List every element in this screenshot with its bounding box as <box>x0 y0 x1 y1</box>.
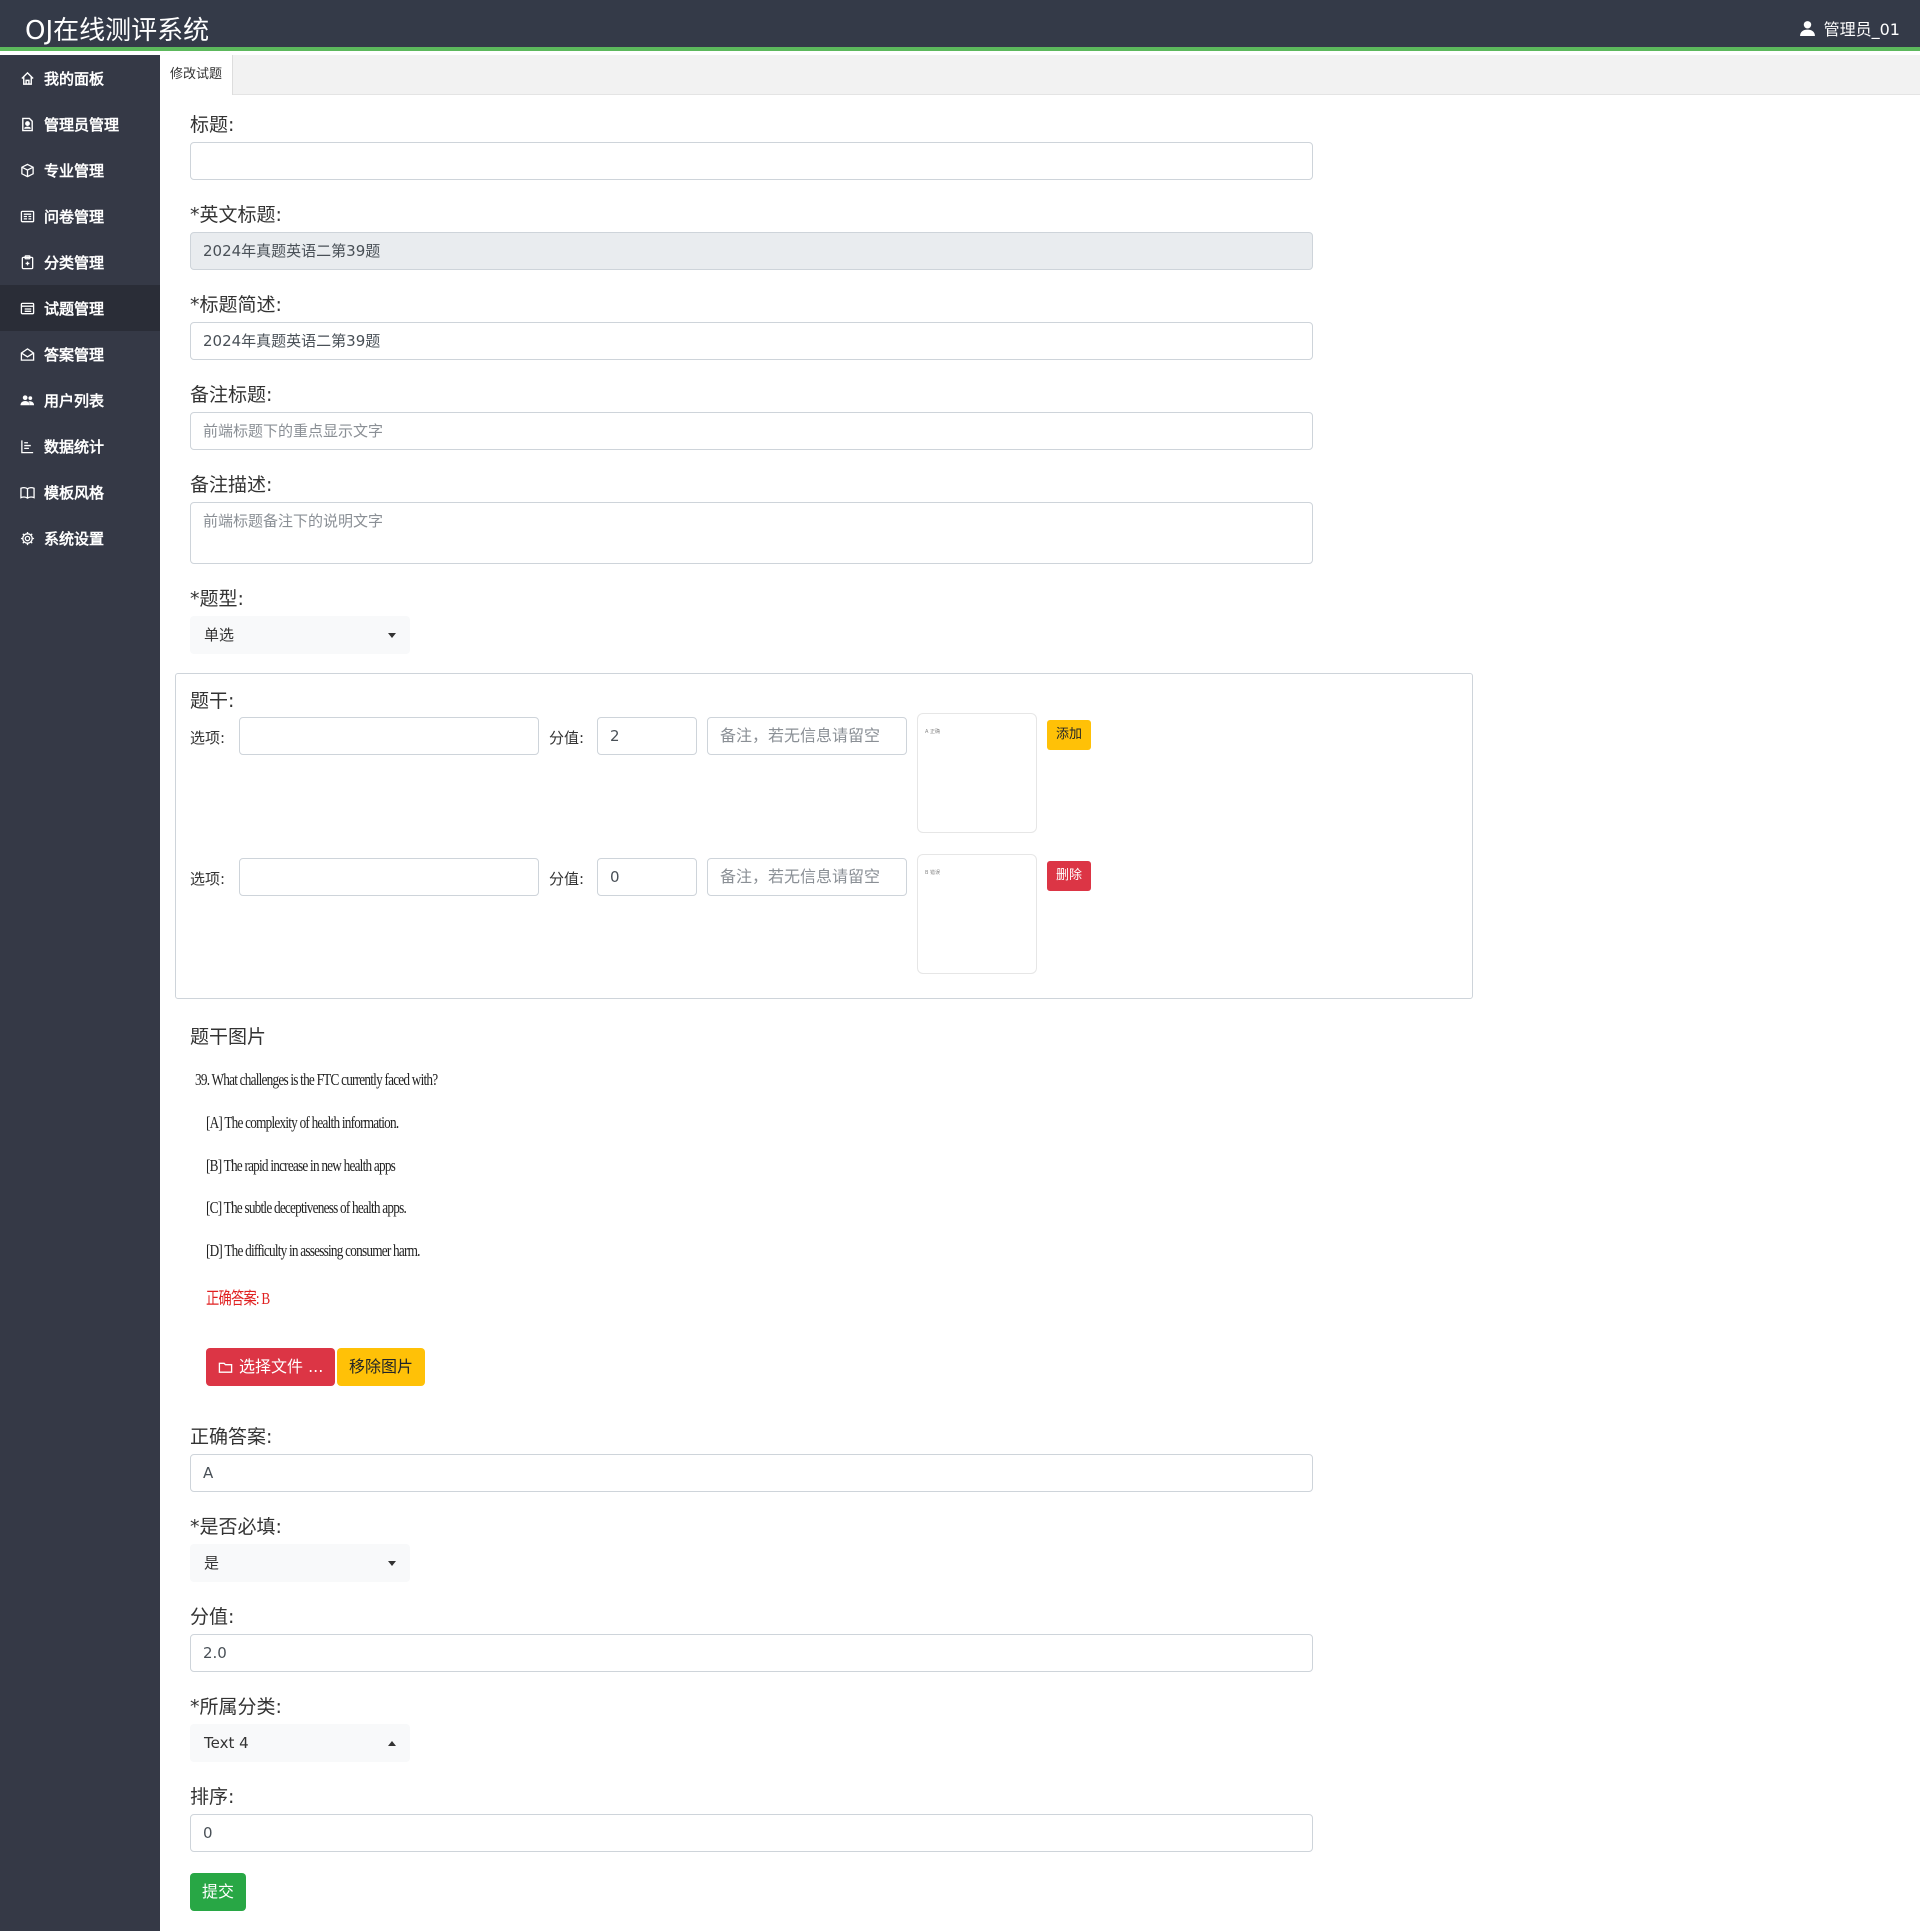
folder-icon <box>218 1362 233 1373</box>
sidebar-item-settings[interactable]: 系统设置 <box>0 515 160 561</box>
preview-line: [A] The complexity of health information… <box>206 1113 399 1132</box>
preview-line: [C] The subtle deceptiveness of health a… <box>206 1198 407 1217</box>
required-value: 是 <box>204 1554 220 1572</box>
gear-icon <box>20 531 35 545</box>
required-label: *是否必填: <box>190 1516 282 1538</box>
summary-input[interactable]: 2024年真题英语二第39题 <box>190 322 1313 360</box>
user-name: 管理员_01 <box>1823 20 1900 39</box>
sidebar-item-answers[interactable]: 答案管理 <box>0 331 160 377</box>
required-select[interactable]: 是 <box>190 1544 410 1582</box>
top-bar: OJ在线测评系统 管理员_01 <box>0 0 1920 51</box>
option-image-thumb[interactable]: B 错误 <box>917 854 1037 974</box>
preview-line: [B] The rapid increase in new health app… <box>206 1156 396 1175</box>
sidebar: 我的面板 管理员管理 专业管理 问卷管理 分类管理 试题管理 答案管理 用户列表… <box>0 55 160 1931</box>
card-list-icon <box>20 302 35 314</box>
sidebar-item-questions[interactable]: 试题管理 <box>0 285 160 331</box>
box-icon <box>21 163 34 177</box>
score-input[interactable]: 2 <box>597 717 697 755</box>
preview-line: 39. What challenges is the FTC currently… <box>195 1070 438 1089</box>
sidebar-item-label: 答案管理 <box>44 345 105 364</box>
sidebar-item-label: 专业管理 <box>44 161 105 180</box>
submit-button[interactable]: 提交 <box>190 1873 247 1911</box>
book-icon <box>20 486 35 499</box>
tab-edit-question[interactable]: 修改试题 <box>160 55 234 95</box>
sidebar-item-users[interactable]: 用户列表 <box>0 377 160 423</box>
title-input[interactable] <box>190 142 1313 180</box>
score-total-label: 分值: <box>190 1606 235 1628</box>
preview-line: [D] The difficulty in assessing consumer… <box>206 1241 420 1260</box>
sidebar-item-label: 我的面板 <box>44 69 105 88</box>
sidebar-item-label: 试题管理 <box>44 299 105 318</box>
option-input[interactable] <box>239 858 539 896</box>
note-desc-label: 备注描述: <box>190 474 273 496</box>
en-title-label: *英文标题: <box>190 204 282 226</box>
remove-image-button[interactable]: 移除图片 <box>337 1348 426 1386</box>
qtype-value: 单选 <box>204 626 235 644</box>
preview-answer: 正确答案: B <box>206 1289 270 1308</box>
score-input[interactable]: 0 <box>597 858 697 896</box>
summary-label: *标题简述: <box>190 294 282 316</box>
note-title-label: 备注标题: <box>190 384 273 406</box>
sidebar-item-label: 分类管理 <box>44 253 105 272</box>
sidebar-item-surveys[interactable]: 问卷管理 <box>0 193 160 239</box>
category-value: Text 4 <box>204 1734 249 1752</box>
app-title: OJ在线测评系统 <box>25 16 210 46</box>
title-label: 标题: <box>190 114 235 136</box>
sidebar-item-label: 用户列表 <box>44 391 105 410</box>
thumb-text: B 错误 <box>925 870 941 876</box>
note-input[interactable]: 备注，若无信息请留空 <box>707 858 907 896</box>
add-option-button[interactable]: 添加 <box>1047 720 1092 750</box>
sidebar-item-label: 模板风格 <box>44 483 105 502</box>
note-title-input[interactable]: 前端标题下的重点显示文字 <box>190 412 1313 450</box>
sort-input[interactable]: 0 <box>190 1814 1313 1852</box>
person-icon <box>1799 20 1815 36</box>
tab-strip: 修改试题 <box>160 55 1920 95</box>
newspaper-icon <box>20 210 35 222</box>
qtype-select[interactable]: 单选 <box>190 616 410 654</box>
sidebar-item-label: 数据统计 <box>44 437 105 456</box>
people-icon <box>20 394 35 405</box>
option-label: 选项: <box>190 729 226 747</box>
category-label: *所属分类: <box>190 1696 282 1718</box>
score-total-input[interactable]: 2.0 <box>190 1634 1313 1672</box>
user-menu[interactable]: 管理员_01 <box>1799 16 1900 40</box>
score-label: 分值: <box>549 870 585 888</box>
sidebar-item-label: 问卷管理 <box>44 207 105 226</box>
stem-image-preview: 39. What challenges is the FTC currently… <box>190 1060 450 1320</box>
sidebar-item-label: 管理员管理 <box>44 115 120 134</box>
home-icon <box>21 71 34 85</box>
sidebar-item-admins[interactable]: 管理员管理 <box>0 101 160 147</box>
choose-file-label: 选择文件 ... <box>239 1357 324 1376</box>
delete-option-button[interactable]: 删除 <box>1047 861 1092 891</box>
option-image-thumb[interactable]: A 正确 <box>917 713 1037 833</box>
en-title-input: 2024年真题英语二第39题 <box>190 232 1313 270</box>
sidebar-item-statistics[interactable]: 数据统计 <box>0 423 160 469</box>
caret-down-icon <box>388 633 396 638</box>
bar-chart-icon <box>21 439 34 453</box>
answer-input[interactable]: A <box>190 1454 1313 1492</box>
qtype-label: *题型: <box>190 588 244 610</box>
score-label: 分值: <box>549 729 585 747</box>
stem-label: 题干: <box>190 690 235 712</box>
category-select[interactable]: Text 4 <box>190 1724 410 1762</box>
caret-up-icon <box>388 1741 396 1746</box>
file-person-icon <box>22 117 33 131</box>
sidebar-item-categories[interactable]: 分类管理 <box>0 239 160 285</box>
sort-label: 排序: <box>190 1786 235 1808</box>
option-label: 选项: <box>190 870 226 888</box>
sidebar-item-label: 系统设置 <box>44 529 105 548</box>
stem-image-label: 题干图片 <box>190 1026 267 1048</box>
sidebar-item-templates[interactable]: 模板风格 <box>0 469 160 515</box>
option-input[interactable] <box>239 717 539 755</box>
note-desc-textarea[interactable]: 前端标题备注下的说明文字 <box>190 502 1313 564</box>
caret-down-icon <box>388 1561 396 1566</box>
answer-label: 正确答案: <box>190 1426 273 1448</box>
clipboard-icon <box>21 254 34 269</box>
envelope-open-icon <box>20 347 35 361</box>
thumb-text: A 正确 <box>925 729 941 735</box>
sidebar-item-majors[interactable]: 专业管理 <box>0 147 160 193</box>
choose-file-button[interactable]: 选择文件 ... <box>206 1348 336 1386</box>
sidebar-item-dashboard[interactable]: 我的面板 <box>0 55 160 101</box>
note-input[interactable]: 备注，若无信息请留空 <box>707 717 907 755</box>
